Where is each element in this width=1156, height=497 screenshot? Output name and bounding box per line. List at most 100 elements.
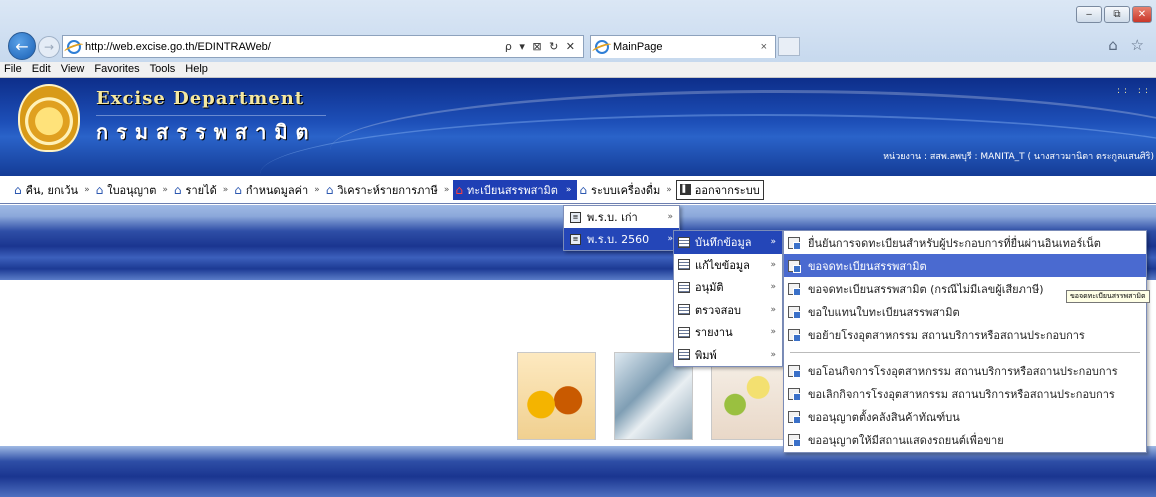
edit-doc-icon	[788, 387, 801, 401]
form-icon	[678, 281, 690, 293]
form-icon	[678, 304, 690, 316]
menu-logout[interactable]: ▌ ออกจากระบบ	[675, 179, 764, 200]
main-menu: ⌂ คืน, ยกเว้น » ⌂ ใบอนุญาต » ⌂ รายได้ » ⌂ กำ…	[0, 176, 1156, 204]
home-icon: ⌂	[95, 182, 104, 197]
edit-doc-icon	[788, 282, 801, 296]
edit-doc-icon	[788, 364, 801, 378]
menu-tax-analysis[interactable]: ⌂ วิเคราะห์รายการภาษี	[324, 180, 440, 200]
department-name-en: Excise Department	[96, 88, 305, 109]
tab-close-icon[interactable]: ×	[761, 41, 775, 53]
form-icon	[678, 349, 690, 361]
submenu-print[interactable]: พิมพ์ »	[674, 344, 782, 367]
item-label: ขอใบแทนใบทะเบียนสรรพสามิต	[808, 305, 960, 319]
menu-label: กำหนดมูลค่า	[245, 183, 309, 197]
menu-separator: »	[222, 184, 229, 195]
close-window-button[interactable]: ✕	[1132, 6, 1152, 23]
browser-menubar: File Edit View Favorites Tools Help	[0, 62, 1156, 78]
item-replacement-certificate[interactable]: ขอใบแทนใบทะเบียนสรรพสามิต	[784, 300, 1146, 323]
submenu-report[interactable]: รายงาน »	[674, 321, 782, 344]
menu-refund[interactable]: ⌂ คืน, ยกเว้น	[12, 180, 80, 200]
submenu-record-data[interactable]: บันทึกข้อมูล »	[674, 231, 782, 254]
site-banner: Excise Department กรมสรรพสามิต :: :: หน่…	[0, 78, 1156, 176]
menu-beverage-system[interactable]: ⌂ ระบบเครื่องดื่ม	[577, 180, 662, 200]
item-bonded-warehouse[interactable]: ขออนุญาตตั้งคลังสินค้าทัณฑ์บน	[784, 405, 1146, 428]
arrow-icon: »	[770, 327, 776, 338]
arrow-icon: »	[770, 349, 776, 360]
menu-label: ทะเบียนสรรพสามิต	[466, 183, 558, 197]
back-button[interactable]: ←	[8, 32, 36, 60]
item-relocate-business[interactable]: ขอย้ายโรงอุตสาหกรรม สถานบริการหรือสถานปร…	[784, 323, 1146, 346]
menu-edit[interactable]: Edit	[32, 62, 51, 77]
decorative-band-bottom	[0, 446, 1156, 497]
submenu-label: พ.ร.บ. เก่า	[587, 211, 638, 224]
window-caption-buttons: ‒ ⧉ ✕	[1076, 6, 1152, 23]
menu-separator: »	[162, 184, 168, 195]
edit-doc-icon	[788, 410, 801, 424]
submenu-approve[interactable]: อนุมัติ »	[674, 276, 782, 299]
submenu-old-act[interactable]: ≡ พ.ร.บ. เก่า »	[564, 206, 679, 228]
item-car-showroom[interactable]: ขออนุญาตให้มีสถานแสดงรถยนต์เพื่อขาย	[784, 428, 1146, 451]
arrow-icon: »	[770, 237, 776, 248]
banner-dots: :: ::	[1117, 86, 1152, 96]
home-icon: ⌂	[579, 182, 588, 197]
menu-label: รายได้	[185, 183, 217, 197]
minimize-button[interactable]: ‒	[1076, 6, 1102, 23]
menu-license[interactable]: ⌂ ใบอนุญาต	[94, 180, 159, 200]
submenu-inspect[interactable]: ตรวจสอบ »	[674, 299, 782, 322]
menu-excise-registration[interactable]: ⌂ ทะเบียนสรรพสามิต »	[453, 179, 578, 200]
home-icon: ⌂	[173, 182, 182, 197]
item-close-business[interactable]: ขอเลิกกิจการโรงอุตสาหกรรม สถานบริการหรือ…	[784, 382, 1146, 405]
menu-tools[interactable]: Tools	[150, 62, 176, 77]
home-icon: ⌂	[14, 182, 22, 197]
form-icon	[678, 326, 690, 338]
doc-icon: ≡	[570, 211, 581, 223]
browser-tab[interactable]: MainPage ×	[590, 35, 776, 58]
item-label: ขอโอนกิจการโรงอุตสาหกรรม สถานบริการหรือส…	[808, 364, 1118, 378]
home-icon: ⌂	[234, 182, 242, 197]
submenu-actions: บันทึกข้อมูล » แก้ไขข้อมูล » อนุมัติ » ตรวจ…	[673, 230, 783, 367]
edit-doc-icon	[788, 259, 801, 273]
arrow-icon: »	[770, 304, 776, 315]
item-transfer-business[interactable]: ขอโอนกิจการโรงอุตสาหกรรม สถานบริการหรือส…	[784, 359, 1146, 382]
form-icon	[678, 236, 690, 248]
address-bar[interactable]: http://web.excise.go.th/EDINTRAWeb/ ρ ▾ …	[62, 35, 584, 58]
arrow-icon: »	[667, 212, 673, 222]
menu-revenue[interactable]: ⌂ รายได้	[172, 180, 219, 200]
edit-doc-icon	[788, 236, 801, 250]
menu-label: คืน, ยกเว้น	[25, 183, 79, 197]
ie-icon	[67, 39, 81, 54]
item-confirm-internet-registration[interactable]: ยื่นยันการจดทะเบียนสำหรับผู้ประกอบการที่…	[784, 231, 1146, 254]
home-favorites-icons[interactable]: ⌂ ☆	[1108, 36, 1148, 54]
menu-separator: »	[443, 184, 450, 195]
submenu-record-items: ยื่นยันการจดทะเบียนสำหรับผู้ประกอบการที่…	[783, 230, 1147, 453]
menu-favorites[interactable]: Favorites	[94, 62, 139, 77]
arrow-icon: »	[770, 282, 776, 293]
item-label: ขอเลิกกิจการโรงอุตสาหกรรม สถานบริการหรือ…	[808, 387, 1115, 401]
submenu-label: รายงาน	[695, 326, 733, 340]
menu-valuation[interactable]: ⌂ กำหนดมูลค่า	[232, 180, 310, 200]
menu-view[interactable]: View	[61, 62, 85, 77]
door-icon: ▌	[679, 184, 691, 195]
item-label: ขอจดทะเบียนสรรพสามิต	[808, 259, 927, 273]
item-request-registration[interactable]: ขอจดทะเบียนสรรพสามิต	[784, 254, 1146, 277]
menu-separator: »	[565, 184, 572, 195]
submenu-act-2560[interactable]: ≡ พ.ร.บ. 2560»	[564, 228, 679, 250]
address-bar-tools[interactable]: ρ ▾ ⊠ ↻ ✕	[505, 40, 583, 53]
item-label: ขอจดทะเบียนสรรพสามิต (กรณีไม่มีเลขผู้เสี…	[808, 282, 1044, 296]
maximize-button[interactable]: ⧉	[1104, 6, 1130, 23]
submenu-label: ตรวจสอบ	[695, 303, 741, 317]
home-icon: ⌂	[455, 182, 463, 197]
submenu-label: แก้ไขข้อมูล	[695, 258, 750, 272]
tab-title: MainPage	[613, 41, 663, 53]
menu-help[interactable]: Help	[185, 62, 208, 77]
submenu-label: พ.ร.บ. 2560	[587, 233, 650, 246]
forward-button[interactable]: →	[38, 36, 60, 58]
menu-divider	[790, 352, 1140, 353]
submenu-label: บันทึกข้อมูล	[695, 236, 752, 250]
submenu-edit-data[interactable]: แก้ไขข้อมูล »	[674, 254, 782, 277]
new-tab-button[interactable]	[778, 37, 800, 56]
item-label: ยื่นยันการจดทะเบียนสำหรับผู้ประกอบการที่…	[808, 236, 1101, 250]
menu-file[interactable]: File	[4, 62, 22, 77]
submenu-label: อนุมัติ	[695, 281, 724, 295]
url-text[interactable]: http://web.excise.go.th/EDINTRAWeb/	[85, 41, 271, 53]
